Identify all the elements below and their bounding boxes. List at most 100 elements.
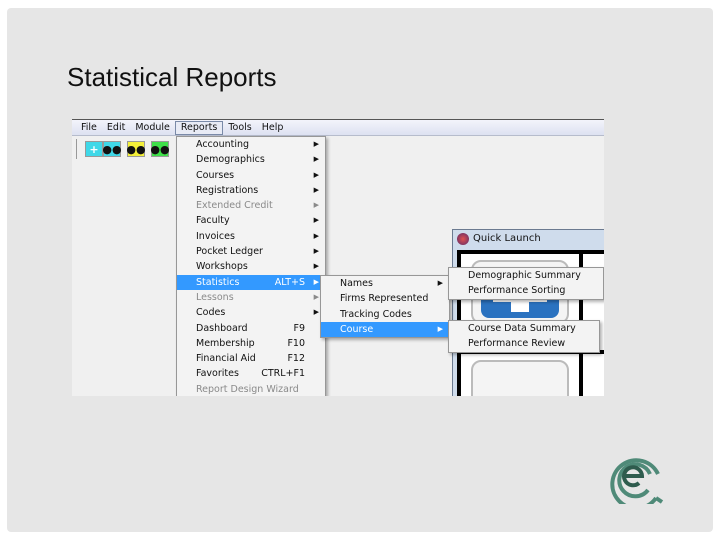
- reports-item-report-design-wizard: Report Design Wizard: [177, 382, 325, 396]
- reports-item-workshops[interactable]: Workshops ▶: [177, 259, 325, 274]
- reports-item-invoices[interactable]: Invoices ▶: [177, 229, 325, 244]
- menu-file[interactable]: File: [76, 121, 102, 135]
- menu-item-label: Membership: [196, 337, 255, 349]
- menu-bar: File Edit Module Reports Tools Help: [72, 120, 604, 136]
- course-submenu: Course Data Summary Performance Review: [448, 320, 600, 353]
- statistics-item-course[interactable]: Course ▶: [321, 321, 449, 338]
- submenu-arrow-icon: ▶: [313, 185, 319, 194]
- menu-item-label: Courses: [196, 169, 235, 181]
- quick-launch-tile[interactable]: [583, 354, 604, 396]
- reports-item-favorites[interactable]: Favorites CTRL+F1: [177, 366, 325, 381]
- submenu-arrow-icon: ▶: [313, 216, 319, 225]
- reports-item-codes[interactable]: Codes ▶: [177, 305, 325, 320]
- toolbar-add-button[interactable]: +: [85, 141, 103, 157]
- submenu-arrow-icon: ▶: [313, 155, 319, 164]
- submenu-arrow-icon: ▶: [313, 170, 319, 179]
- reports-item-pocket-ledger[interactable]: Pocket Ledger ▶: [177, 244, 325, 259]
- reports-item-membership[interactable]: Membership F10: [177, 336, 325, 351]
- shortcut-label: ALT+S: [274, 276, 305, 288]
- toolbar-find-yellow-button[interactable]: ●●: [126, 141, 146, 157]
- app-icon: [457, 233, 469, 245]
- toolbar-find-green-button[interactable]: ●●: [150, 141, 170, 157]
- submenu-arrow-icon: ▶: [313, 231, 319, 240]
- statistics-item-names[interactable]: Names ▶: [321, 276, 449, 291]
- reports-item-demographics[interactable]: Demographics ▶: [177, 152, 325, 167]
- submenu-arrow-icon: ▶: [313, 292, 319, 301]
- binoculars-icon: ●●: [126, 142, 146, 156]
- menu-reports[interactable]: Reports: [174, 120, 224, 135]
- submenu-arrow-icon: ▶: [437, 324, 443, 333]
- add-icon: +: [89, 142, 99, 156]
- shortcut-label: F12: [287, 353, 305, 365]
- statistics-item-tracking-codes[interactable]: Tracking Codes: [321, 307, 449, 322]
- names-submenu: Demographic Summary Performance Sorting: [448, 267, 604, 300]
- menu-item-label: Course Data Summary: [468, 323, 576, 334]
- menu-item-label: Statistics: [196, 276, 240, 288]
- submenu-arrow-icon: ▶: [313, 262, 319, 271]
- menu-item-label: Pocket Ledger: [196, 246, 263, 258]
- tile-button-frame: [471, 360, 569, 396]
- reports-item-dashboard[interactable]: Dashboard F9: [177, 321, 325, 336]
- reports-item-financial-aid[interactable]: Financial Aid F12: [177, 351, 325, 366]
- menu-item-label: Report Design Wizard: [196, 383, 299, 395]
- reports-menu: Accounting ▶ Demographics ▶ Courses ▶ Registra…: [176, 136, 326, 396]
- menu-item-label: Firms Represented: [340, 293, 429, 305]
- statistics-item-firms-represented[interactable]: Firms Represented: [321, 291, 449, 306]
- company-logo: [610, 458, 664, 504]
- page-title: Statistical Reports: [67, 62, 277, 92]
- menu-item-label: Invoices: [196, 230, 235, 242]
- toolbar-find-button[interactable]: ●●: [102, 141, 122, 157]
- course-item-performance-review[interactable]: Performance Review: [449, 336, 599, 351]
- names-item-demographic-summary[interactable]: Demographic Summary: [449, 268, 603, 283]
- menu-edit[interactable]: Edit: [102, 121, 130, 135]
- menu-item-label: Financial Aid: [196, 353, 256, 365]
- app-screenshot: File Edit Module Reports Tools Help + ●●…: [72, 119, 604, 396]
- quick-launch-window: Quick Launch Add Name: [452, 229, 604, 396]
- menu-item-label: Dashboard: [196, 322, 248, 334]
- submenu-arrow-icon: ▶: [313, 201, 319, 210]
- quick-launch-tile[interactable]: [461, 354, 579, 396]
- submenu-arrow-icon: ▶: [313, 277, 319, 286]
- quick-launch-titlebar: Quick Launch: [453, 230, 604, 248]
- reports-item-extended-credit: Extended Credit ▶: [177, 198, 325, 213]
- menu-item-label: Course: [340, 323, 374, 335]
- shortcut-label: F10: [287, 337, 305, 349]
- reports-item-accounting[interactable]: Accounting ▶: [177, 137, 325, 152]
- toolbar-grip: [76, 139, 77, 159]
- reports-item-faculty[interactable]: Faculty ▶: [177, 213, 325, 228]
- logo-tail: [654, 496, 664, 504]
- menu-help[interactable]: Help: [257, 121, 289, 135]
- menu-item-label: Lessons: [196, 291, 234, 303]
- menu-item-label: Performance Review: [468, 338, 566, 350]
- menu-item-label: Registrations: [196, 184, 259, 196]
- reports-item-statistics[interactable]: Statistics ALT+S ▶: [177, 274, 325, 290]
- shortcut-label: F9: [293, 322, 305, 334]
- binoculars-icon: ●●: [102, 142, 122, 156]
- course-item-course-data-summary[interactable]: Course Data Summary: [449, 321, 599, 336]
- quick-launch-title: Quick Launch: [473, 233, 541, 244]
- submenu-arrow-icon: ▶: [437, 279, 443, 287]
- logo-e-letter: [622, 465, 645, 488]
- submenu-arrow-icon: ▶: [313, 247, 319, 256]
- menu-item-label: Faculty: [196, 215, 230, 227]
- menu-item-label: Codes: [196, 307, 226, 319]
- reports-item-registrations[interactable]: Registrations ▶: [177, 183, 325, 198]
- reports-item-courses[interactable]: Courses ▶: [177, 168, 325, 183]
- reports-item-lessons: Lessons ▶: [177, 290, 325, 305]
- shortcut-label: CTRL+F1: [261, 368, 305, 380]
- menu-module[interactable]: Module: [130, 121, 175, 135]
- menu-item-label: Names: [340, 278, 373, 289]
- menu-item-label: Workshops: [196, 261, 248, 273]
- menu-item-label: Accounting: [196, 139, 250, 150]
- menu-item-label: Extended Credit: [196, 200, 273, 212]
- names-item-performance-sorting[interactable]: Performance Sorting: [449, 283, 603, 298]
- toolbar: + ●● ●● ●●: [72, 137, 604, 161]
- menu-item-label: Tracking Codes: [340, 308, 412, 320]
- menu-item-label: Demographic Summary: [468, 270, 581, 281]
- submenu-arrow-icon: ▶: [313, 140, 319, 148]
- menu-tools[interactable]: Tools: [223, 121, 256, 135]
- menu-item-label: Performance Sorting: [468, 285, 566, 297]
- binoculars-icon: ●●: [150, 142, 170, 156]
- submenu-arrow-icon: ▶: [313, 308, 319, 317]
- menu-item-label: Demographics: [196, 154, 265, 166]
